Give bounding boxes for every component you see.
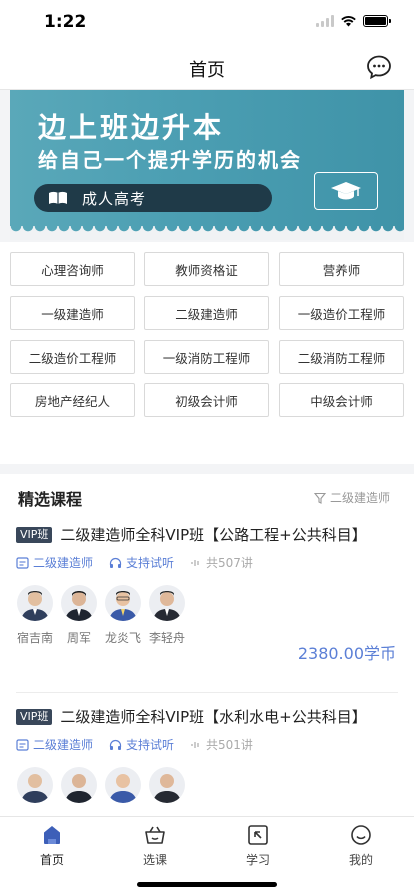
course-price: 2380.00学币 xyxy=(297,644,396,663)
status-icons xyxy=(316,15,391,27)
course-meta: 二级建造师 支持试听 共507讲 xyxy=(16,554,396,571)
signal-icon xyxy=(316,15,334,27)
category-button[interactable]: 初级会计师 xyxy=(144,383,269,417)
course-category: 二级建造师 xyxy=(16,554,93,571)
tab-courses-label: 选课 xyxy=(142,853,167,867)
teacher-avatar xyxy=(149,585,185,621)
course-lessons: 共507讲 xyxy=(190,554,253,571)
promo-banner[interactable]: 边上班边升本 给自己一个提升学历的机会 成人高考 xyxy=(10,90,404,240)
teacher-name: 李轻舟 xyxy=(148,631,185,645)
course-category-label: 二级建造师 xyxy=(33,738,94,752)
battery-icon xyxy=(363,15,391,27)
course-title-text: 二级建造师全科VIP班【公路工程+公共科目】 xyxy=(60,526,367,544)
course-audition-label: 支持试听 xyxy=(126,556,175,570)
banner-pill-label: 成人高考 xyxy=(82,189,147,208)
category-button[interactable]: 心理咨询师 xyxy=(10,252,135,286)
course-meta: 二级建造师 支持试听 共501讲 xyxy=(16,736,396,753)
course-title-text: 二级建造师全科VIP班【水利水电+公共科目】 xyxy=(60,708,367,726)
course-title: VIP班 二级建造师全科VIP班【水利水电+公共科目】 xyxy=(16,706,396,728)
page-title: 首页 xyxy=(189,60,225,81)
teacher-list: 宿吉南 周军 龙炎飞 李轻舟 xyxy=(16,585,396,646)
teacher[interactable]: 龙炎飞 xyxy=(104,585,142,646)
category-button[interactable]: 二级消防工程师 xyxy=(279,340,404,374)
banner-wave-edge xyxy=(10,226,404,240)
category-button[interactable]: 一级消防工程师 xyxy=(144,340,269,374)
teacher[interactable]: 周军 xyxy=(60,585,98,646)
category-button[interactable]: 一级建造师 xyxy=(10,296,135,330)
sound-wave-icon xyxy=(191,741,199,748)
filter-label: 二级建造师 xyxy=(329,491,390,505)
status-time: 1:22 xyxy=(44,12,87,32)
tab-home[interactable]: 首页 xyxy=(22,823,82,868)
category-button[interactable]: 一级造价工程师 xyxy=(279,296,404,330)
category-grid: 心理咨询师 教师资格证 营养师 一级建造师 二级建造师 一级造价工程师 二级造价… xyxy=(0,242,414,464)
category-button[interactable]: 教师资格证 xyxy=(144,252,269,286)
teacher-avatar xyxy=(61,585,97,621)
teacher-avatar xyxy=(61,767,97,803)
headphones-icon xyxy=(109,557,122,568)
teacher-avatar xyxy=(105,767,141,803)
study-icon xyxy=(248,825,268,845)
teacher[interactable] xyxy=(16,767,54,803)
category-filter[interactable]: 二级建造师 xyxy=(313,489,390,506)
category-button[interactable]: 中级会计师 xyxy=(279,383,404,417)
teacher[interactable]: 宿吉南 xyxy=(16,585,54,646)
category-button[interactable]: 房地产经纪人 xyxy=(10,383,135,417)
smiley-profile-icon xyxy=(351,825,371,845)
teacher-name: 周军 xyxy=(66,631,91,645)
status-bar: 1:22 xyxy=(0,0,414,44)
tab-profile[interactable]: 我的 xyxy=(331,823,391,868)
course-audition-label: 支持试听 xyxy=(126,738,175,752)
teacher[interactable] xyxy=(60,767,98,803)
sound-wave-icon xyxy=(191,559,199,566)
vip-badge: VIP班 xyxy=(16,709,53,725)
teacher-avatar xyxy=(17,585,53,621)
teacher-list xyxy=(16,767,396,803)
teacher-avatar xyxy=(149,767,185,803)
banner-pill: 成人高考 xyxy=(34,184,272,212)
nav-bar: 首页 xyxy=(0,44,414,90)
category-button[interactable]: 二级造价工程师 xyxy=(10,340,135,374)
banner-headline: 边上班边升本 xyxy=(38,111,225,144)
book-icon xyxy=(49,191,67,204)
teacher[interactable] xyxy=(148,767,186,803)
course-category-label: 二级建造师 xyxy=(33,556,94,570)
category-button[interactable]: 营养师 xyxy=(279,252,404,286)
tab-home-label: 首页 xyxy=(39,853,64,867)
course-title: VIP班 二级建造师全科VIP班【公路工程+公共科目】 xyxy=(16,524,396,546)
graduation-cap-icon xyxy=(314,172,378,210)
headphones-icon xyxy=(109,739,122,750)
filter-icon xyxy=(313,492,326,504)
tab-profile-label: 我的 xyxy=(348,853,373,867)
course-divider xyxy=(16,692,398,693)
tab-courses[interactable]: 选课 xyxy=(125,823,185,868)
home-indicator xyxy=(137,882,277,887)
course-lessons: 共501讲 xyxy=(190,736,253,753)
course-audition: 支持试听 xyxy=(109,736,174,753)
course-category: 二级建造师 xyxy=(16,736,93,753)
tab-study-label: 学习 xyxy=(245,853,270,867)
teacher-avatar xyxy=(105,585,141,621)
vip-badge: VIP班 xyxy=(16,527,53,543)
teacher-name: 宿吉南 xyxy=(16,631,53,645)
course-audition: 支持试听 xyxy=(109,554,174,571)
teacher-name: 龙炎飞 xyxy=(104,631,141,645)
course-card[interactable]: VIP班 二级建造师全科VIP班【水利水电+公共科目】 二级建造师 支持试听 共5… xyxy=(16,706,396,816)
category-icon xyxy=(16,738,29,751)
course-lessons-count: 共507讲 xyxy=(206,556,253,570)
chat-bubble-icon[interactable] xyxy=(366,54,392,80)
section-title: 精选课程 xyxy=(18,490,83,509)
banner-subheadline: 给自己一个提升学历的机会 xyxy=(38,148,302,172)
course-lessons-count: 共501讲 xyxy=(206,738,253,752)
teacher[interactable] xyxy=(104,767,142,803)
category-icon xyxy=(16,556,29,569)
shopping-basket-icon xyxy=(145,826,165,844)
tab-study[interactable]: 学习 xyxy=(228,823,288,868)
teacher[interactable]: 李轻舟 xyxy=(148,585,186,646)
teacher-avatar xyxy=(17,767,53,803)
home-icon xyxy=(44,826,60,844)
wifi-icon xyxy=(341,16,356,27)
category-button[interactable]: 二级建造师 xyxy=(144,296,269,330)
course-card[interactable]: VIP班 二级建造师全科VIP班【公路工程+公共科目】 二级建造师 支持试听 共5… xyxy=(16,524,396,674)
